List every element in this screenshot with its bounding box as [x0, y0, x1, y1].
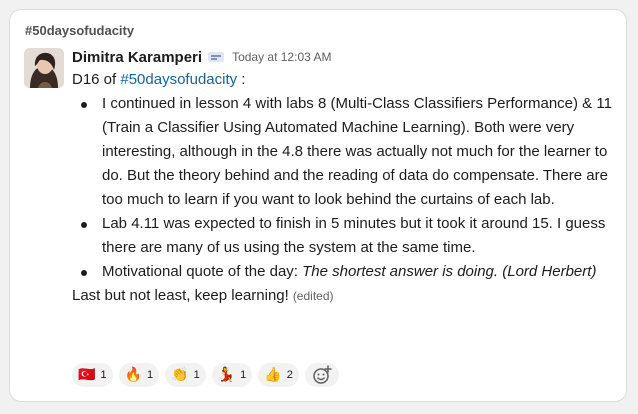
reaction-count: 1: [193, 369, 200, 381]
author-name[interactable]: Dimitra Karamperi: [72, 49, 202, 66]
reaction-fire[interactable]: 🔥 1: [118, 363, 160, 387]
add-emoji-icon: [313, 365, 332, 384]
status-emoji-icon: [208, 52, 225, 62]
quote-text: The shortest answer is doing. (Lord Herb…: [302, 263, 597, 280]
fez-icon: 🇹🇷: [78, 367, 96, 383]
reaction-count: 2: [286, 369, 293, 381]
list-item-text: I continued in lesson 4 with labs 8 (Mul…: [102, 95, 612, 208]
list-item: I continued in lesson 4 with labs 8 (Mul…: [72, 92, 618, 212]
thumbs-up-icon: 👍: [264, 367, 282, 383]
reaction-thumbs-up[interactable]: 👍 2: [258, 363, 299, 387]
message-body: D16 of #50daysofudacity : I continued in…: [72, 68, 618, 308]
bullet-list: I continued in lesson 4 with labs 8 (Mul…: [72, 92, 618, 284]
message: Dimitra Karamperi Today at 12:03 AM D16 …: [72, 46, 618, 308]
reactions-bar: 🇹🇷 1 🔥 1 👏 1 💃 1 👍 2: [72, 363, 339, 387]
clap-icon: 👏: [171, 367, 189, 383]
bullet-icon: [81, 222, 87, 228]
reaction-fez[interactable]: 🇹🇷 1: [72, 363, 113, 387]
intro-prefix: D16 of: [72, 71, 121, 88]
intro-suffix: :: [237, 71, 246, 88]
hashtag-link[interactable]: #50daysofudacity: [120, 71, 237, 88]
list-item-text: Motivational quote of the day:: [102, 263, 303, 280]
list-item: Motivational quote of the day: The short…: [72, 260, 618, 284]
dancer-icon: 💃: [217, 367, 236, 383]
reaction-count: 1: [100, 369, 107, 381]
timestamp[interactable]: Today at 12:03 AM: [232, 50, 331, 64]
reaction-count: 1: [147, 369, 154, 381]
message-card: #50daysofudacity Dimitra Karamperi Today…: [9, 9, 627, 402]
list-item-text: Lab 4.11 was expected to finish in 5 min…: [102, 215, 606, 256]
add-reaction-button[interactable]: [304, 363, 339, 387]
avatar[interactable]: [24, 48, 64, 88]
bullet-icon: [81, 270, 87, 276]
reaction-dancer[interactable]: 💃 1: [211, 363, 253, 387]
list-item: Lab 4.11 was expected to finish in 5 min…: [72, 212, 618, 260]
reaction-count: 1: [240, 369, 247, 381]
bullet-icon: [81, 102, 87, 108]
fire-icon: 🔥: [124, 367, 142, 383]
channel-name[interactable]: #50daysofudacity: [25, 23, 134, 38]
reaction-clap[interactable]: 👏 1: [165, 363, 206, 387]
message-header: Dimitra Karamperi Today at 12:03 AM: [72, 46, 618, 68]
intro-line: D16 of #50daysofudacity :: [72, 68, 618, 92]
closing-line: Last but not least, keep learning! (edite…: [72, 284, 618, 308]
closing-text: Last but not least, keep learning!: [72, 287, 289, 304]
edited-label: (edited): [292, 289, 334, 303]
